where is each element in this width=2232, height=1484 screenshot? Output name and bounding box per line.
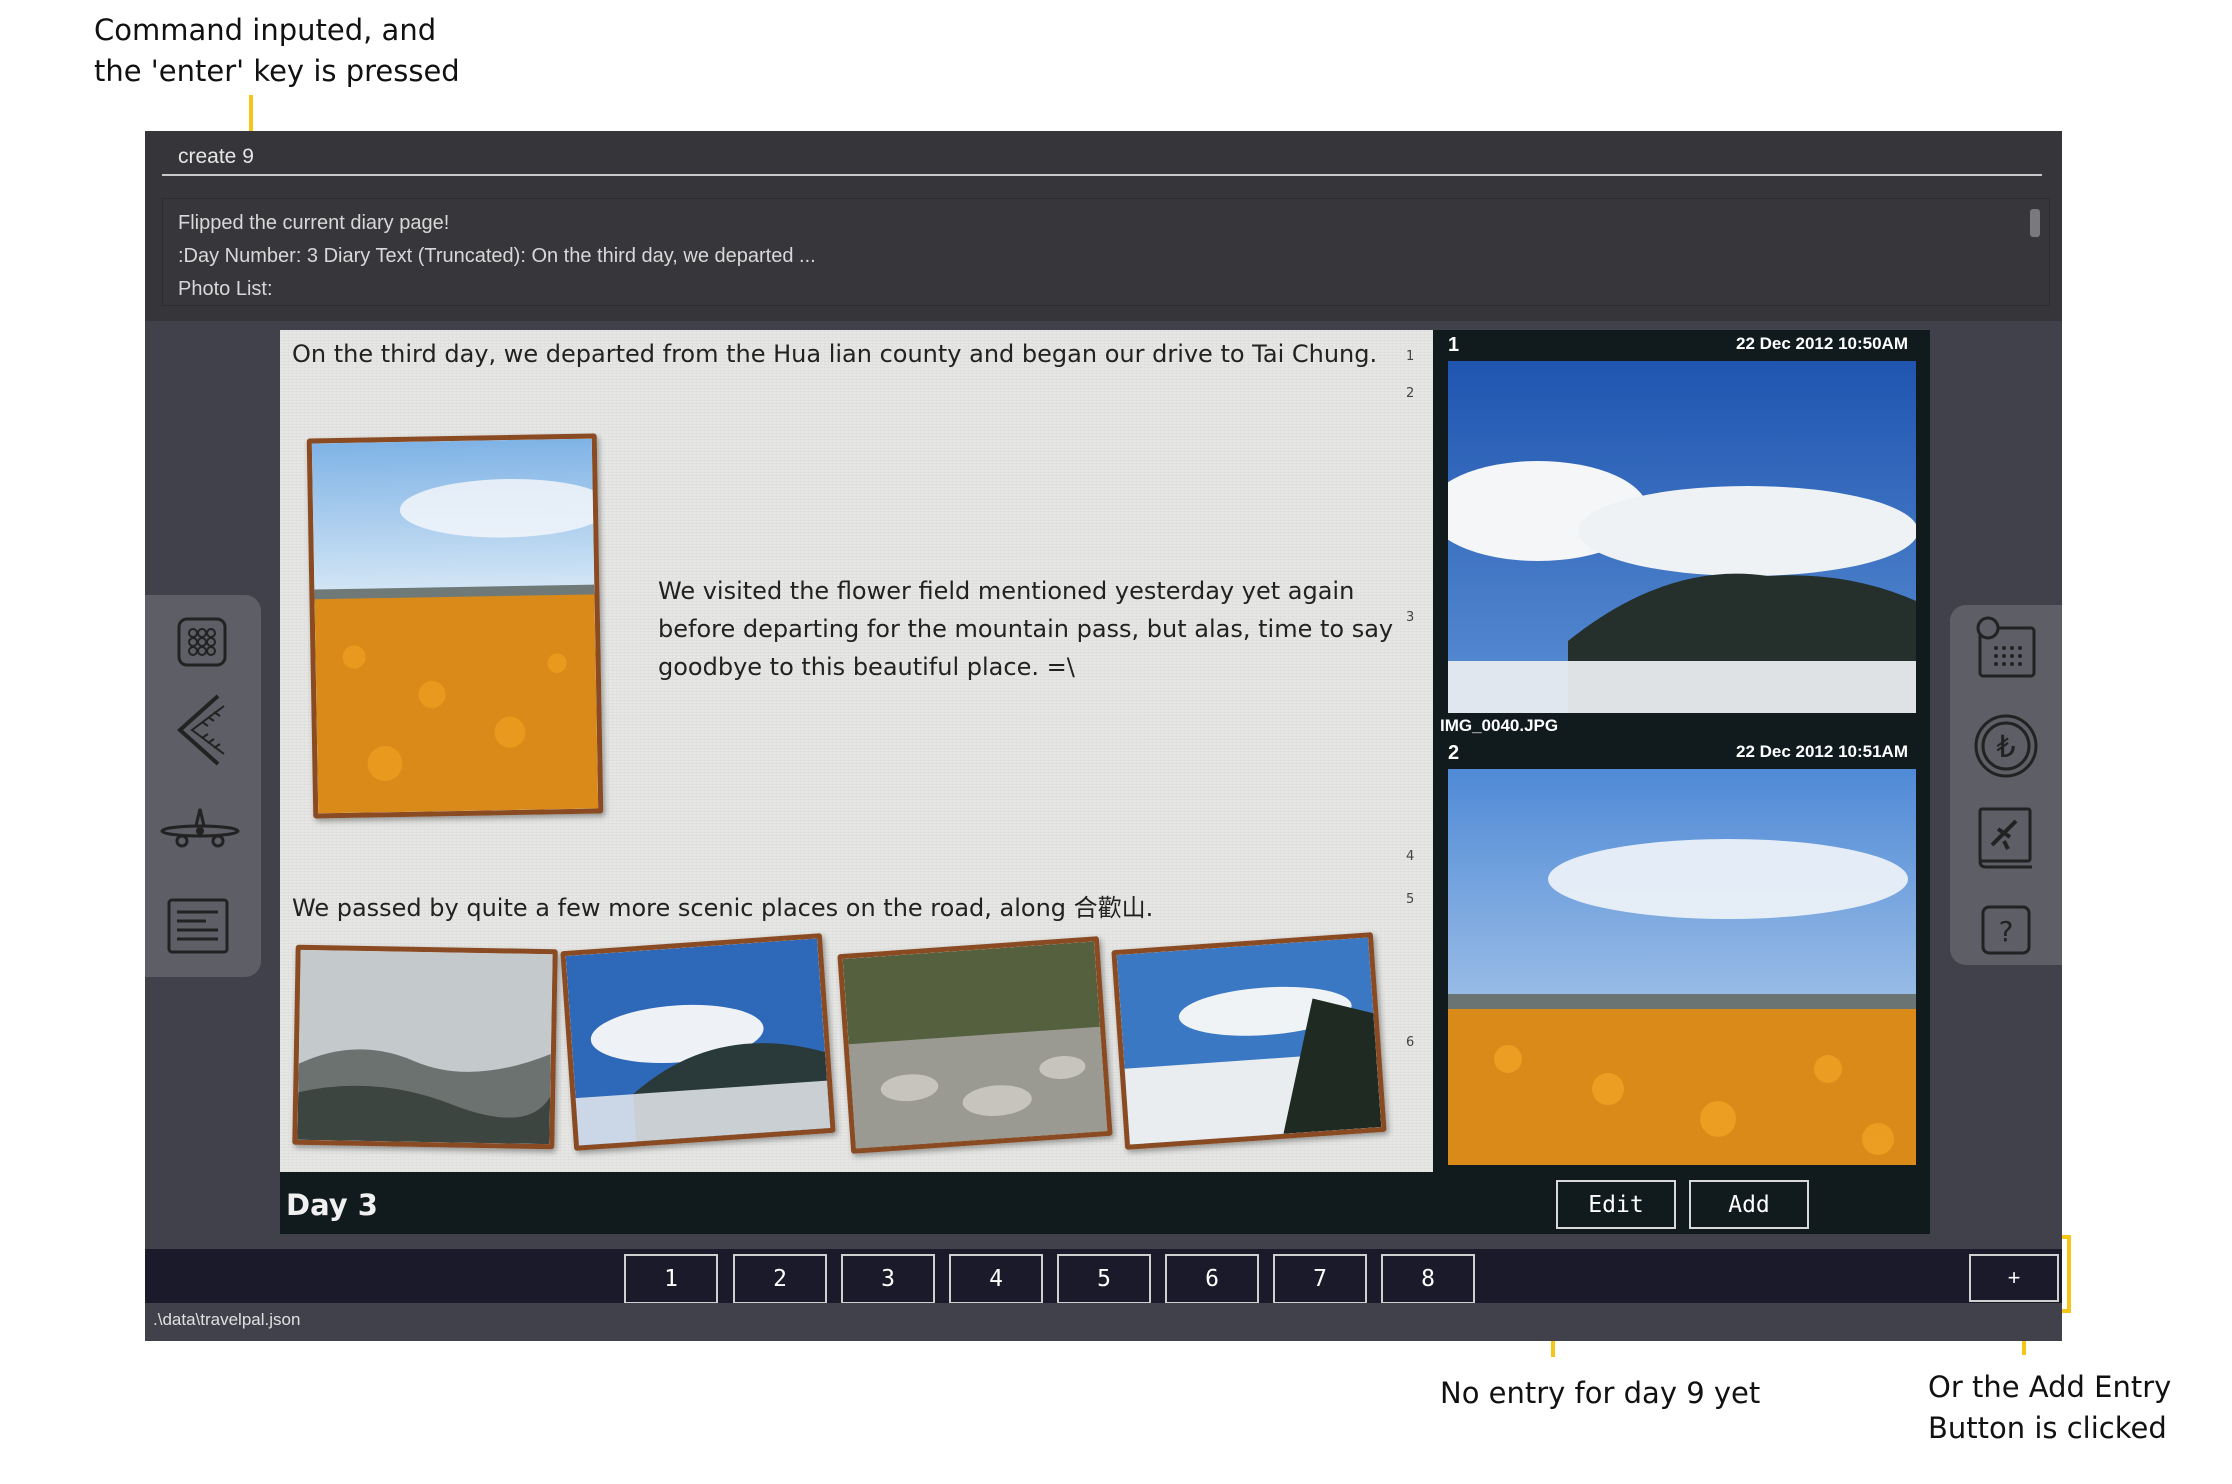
grid-menu-icon[interactable] — [167, 607, 237, 677]
command-area — [145, 131, 2062, 191]
edit-photo-button[interactable]: Edit — [1556, 1180, 1676, 1229]
currency-icon[interactable]: ₺ — [1971, 711, 2041, 781]
line-number: 3 — [1406, 610, 1415, 625]
day-button-6[interactable]: 6 — [1165, 1254, 1259, 1304]
photo-list-item[interactable]: 2 22 Dec 2012 10:51AM — [1438, 738, 1926, 1173]
screenshot-stage: Command inputed, and the 'enter' key is … — [0, 0, 2232, 1484]
result-display[interactable]: Flipped the current diary page! :Day Num… — [162, 198, 2050, 306]
svg-text:₺: ₺ — [1996, 730, 2015, 765]
diary-paragraph: On the third day, we departed from the H… — [292, 340, 1378, 368]
day-button-8[interactable]: 8 — [1381, 1254, 1475, 1304]
annotation-no-entry: No entry for day 9 yet — [1440, 1376, 1761, 1410]
diary-paper[interactable]: On the third day, we departed from the H… — [280, 330, 1433, 1172]
photo-image — [1448, 361, 1916, 713]
result-scrollbar[interactable] — [2030, 209, 2040, 237]
line-number: 4 — [1406, 849, 1415, 864]
diary-photo-cloudy-hills — [292, 944, 558, 1150]
day-button-3[interactable]: 3 — [841, 1254, 935, 1304]
day-button-5[interactable]: 5 — [1057, 1254, 1151, 1304]
line-number: 1 — [1406, 349, 1415, 364]
day-button-7[interactable]: 7 — [1273, 1254, 1367, 1304]
result-line: Flipped the current diary page! — [178, 212, 450, 234]
calendar-icon[interactable] — [1971, 613, 2041, 683]
svg-text:?: ? — [1999, 915, 2014, 948]
airplane-icon[interactable] — [158, 795, 242, 865]
help-icon[interactable]: ? — [1971, 895, 2041, 965]
data-file-path: .\data\travelpal.json — [153, 1310, 301, 1329]
app-window: Flipped the current diary page! :Day Num… — [145, 131, 2062, 1341]
result-line: :Day Number: 3 Diary Text (Truncated): O… — [178, 245, 816, 267]
photo-filename: IMG_0040.JPG — [1440, 716, 1559, 735]
back-chevron-icon[interactable] — [163, 694, 233, 766]
add-entry-button[interactable]: + — [1969, 1254, 2059, 1302]
annotation-add-button: Or the Add Entry Button is clicked — [1928, 1370, 2172, 1445]
diary-day-title: Day 3 — [286, 1188, 378, 1222]
command-input[interactable] — [162, 140, 2042, 176]
line-number: 6 — [1406, 1035, 1415, 1050]
line-number: 5 — [1406, 892, 1415, 907]
photo-index: 2 — [1448, 742, 1460, 764]
photo-image — [1448, 769, 1916, 1165]
photo-index: 1 — [1448, 334, 1460, 356]
status-bar: .\data\travelpal.json — [145, 1303, 2062, 1341]
left-sidebar — [145, 595, 261, 977]
diary-photo-rocky-river — [837, 936, 1113, 1154]
diary-paragraph: We visited the flower field mentioned ye… — [658, 577, 1394, 681]
result-panel: Flipped the current diary page! :Day Num… — [145, 191, 2062, 321]
diary-photo-sea-of-clouds — [560, 933, 836, 1151]
day-navigation-bar: 1 2 3 4 5 6 7 8 + — [145, 1249, 2062, 1304]
diary-photo-flower-field — [306, 433, 604, 819]
diary-list-icon[interactable] — [163, 891, 233, 961]
result-line: Photo List: — [178, 278, 273, 300]
photo-date: 22 Dec 2012 10:50AM — [1735, 334, 1908, 353]
diary-page: On the third day, we departed from the H… — [280, 330, 1930, 1234]
day-button-1[interactable]: 1 — [624, 1254, 718, 1304]
travel-book-icon[interactable] — [1971, 803, 2041, 873]
day-button-2[interactable]: 2 — [733, 1254, 827, 1304]
annotation-command: Command inputed, and the 'enter' key is … — [94, 13, 460, 88]
line-number: 2 — [1406, 386, 1415, 401]
diary-photo-cloud-valley — [1111, 932, 1387, 1150]
right-sidebar: ₺ ? — [1950, 605, 2062, 965]
photo-list-item[interactable]: 1 22 Dec 2012 10:50AM IMG_0040.JPG — [1438, 330, 1926, 735]
diary-paragraph: We passed by quite a few more scenic pla… — [292, 894, 1154, 922]
add-photo-button[interactable]: Add — [1689, 1180, 1809, 1229]
day-button-4[interactable]: 4 — [949, 1254, 1043, 1304]
photo-date: 22 Dec 2012 10:51AM — [1735, 742, 1908, 761]
